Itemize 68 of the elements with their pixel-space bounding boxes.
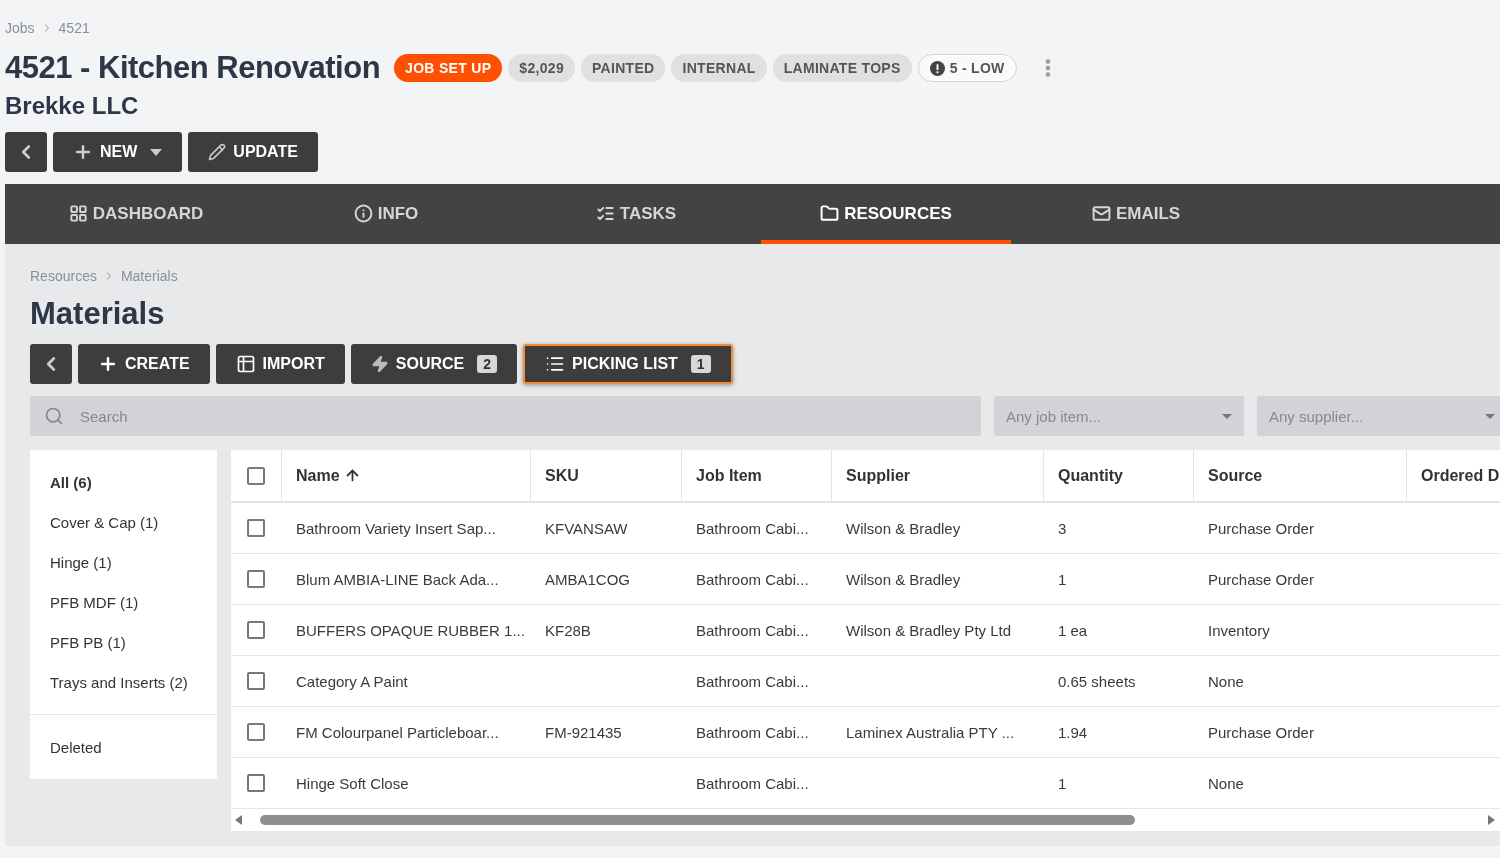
table-cell: Wilson & Bradley: [846, 519, 961, 537]
table-cell: 1.94: [1058, 723, 1088, 741]
nav-tab[interactable]: INFO: [261, 184, 511, 244]
table-cell: None: [1208, 672, 1244, 690]
category-item[interactable]: Trays and Inserts (2): [30, 662, 217, 702]
priority-badge: 5 - LOW: [917, 54, 1017, 82]
source-button[interactable]: SOURCE 2: [350, 344, 518, 384]
tag-badge: PAINTED: [580, 54, 666, 82]
nav-tab[interactable]: DASHBOARD: [11, 184, 261, 244]
table-cell: Hinge Soft Close: [296, 774, 409, 792]
picking-button[interactable]: PICKING LIST 1: [523, 344, 733, 384]
create-button[interactable]: CREATE: [78, 344, 210, 384]
table-cell: Purchase Order: [1208, 570, 1314, 588]
import-button[interactable]: IMPORT: [215, 344, 345, 384]
table-cell: BUFFERS OPAQUE RUBBER 1...: [296, 621, 525, 639]
table-cell: 3: [1058, 519, 1067, 537]
job-title: 4521 - Kitchen Renovation: [5, 50, 381, 86]
nav-tab[interactable]: TASKS: [511, 184, 761, 244]
table-cell: Bathroom Cabi...: [696, 570, 809, 588]
table-cell: Laminex Australia PTY ...: [846, 723, 1015, 741]
category-item[interactable]: PFB MDF (1): [30, 582, 217, 622]
table-cell: FM-921435: [545, 723, 622, 741]
tag-badge: LAMINATE TOPS: [772, 54, 912, 82]
search-field[interactable]: Search: [30, 396, 981, 436]
table-cell: 1: [1058, 570, 1067, 588]
table-cell: 1 ea: [1058, 621, 1088, 639]
status-badge: JOB SET UP: [394, 54, 503, 82]
tag-badge: $2,029: [508, 54, 575, 82]
table-cell: Inventory: [1208, 621, 1270, 639]
table-cell: Wilson & Bradley: [846, 570, 961, 588]
new-button[interactable]: NEW: [53, 132, 183, 172]
column-header[interactable]: Job Item: [696, 466, 762, 485]
table-cell: Blum AMBIA-LINE Back Ada...: [296, 570, 499, 588]
table-cell: Bathroom Cabi...: [696, 774, 809, 792]
category-item[interactable]: All (6): [30, 462, 217, 502]
column-header[interactable]: Name: [296, 466, 340, 485]
table-cell: Bathroom Cabi...: [696, 519, 809, 537]
section-title: Materials: [30, 296, 166, 332]
column-header[interactable]: SKU: [545, 466, 579, 485]
category-item[interactable]: Cover & Cap (1): [30, 502, 217, 542]
deleted-item[interactable]: Deleted: [30, 727, 217, 767]
count-badge: 1: [690, 355, 711, 373]
column-header[interactable]: Supplier: [846, 466, 910, 485]
column-header[interactable]: Quantity: [1058, 466, 1123, 485]
table-cell: 1: [1058, 774, 1067, 792]
table-cell: Bathroom Cabi...: [696, 672, 809, 690]
category-item[interactable]: PFB PB (1): [30, 622, 217, 662]
table-cell: None: [1208, 774, 1244, 792]
table-cell: AMBA1COG: [545, 570, 631, 588]
column-header[interactable]: Source: [1208, 466, 1263, 485]
table-cell: KF28B: [545, 621, 591, 639]
table-cell: Bathroom Variety Insert Sap...: [296, 519, 496, 537]
count-badge: 2: [477, 355, 498, 373]
category-item[interactable]: Hinge (1): [30, 542, 217, 582]
customer-name: Brekke LLC: [5, 92, 140, 120]
table-cell: 0.65 sheets: [1058, 672, 1136, 690]
table-cell: FM Colourpanel Particleboar...: [296, 723, 499, 741]
table-cell: Category A Paint: [296, 672, 408, 690]
update-button[interactable]: UPDATE: [188, 132, 318, 172]
table-cell: KFVANSAW: [545, 519, 628, 537]
table-cell: Bathroom Cabi...: [696, 723, 809, 741]
table-cell: Purchase Order: [1208, 723, 1314, 741]
table-cell: Wilson & Bradley Pty Ltd: [846, 621, 1012, 639]
nav-tab[interactable]: EMAILS: [1011, 184, 1261, 244]
table-cell: Bathroom Cabi...: [696, 621, 809, 639]
table-cell: Purchase Order: [1208, 519, 1314, 537]
column-header[interactable]: Ordered D: [1421, 466, 1500, 485]
tag-badge: INTERNAL: [671, 54, 767, 82]
